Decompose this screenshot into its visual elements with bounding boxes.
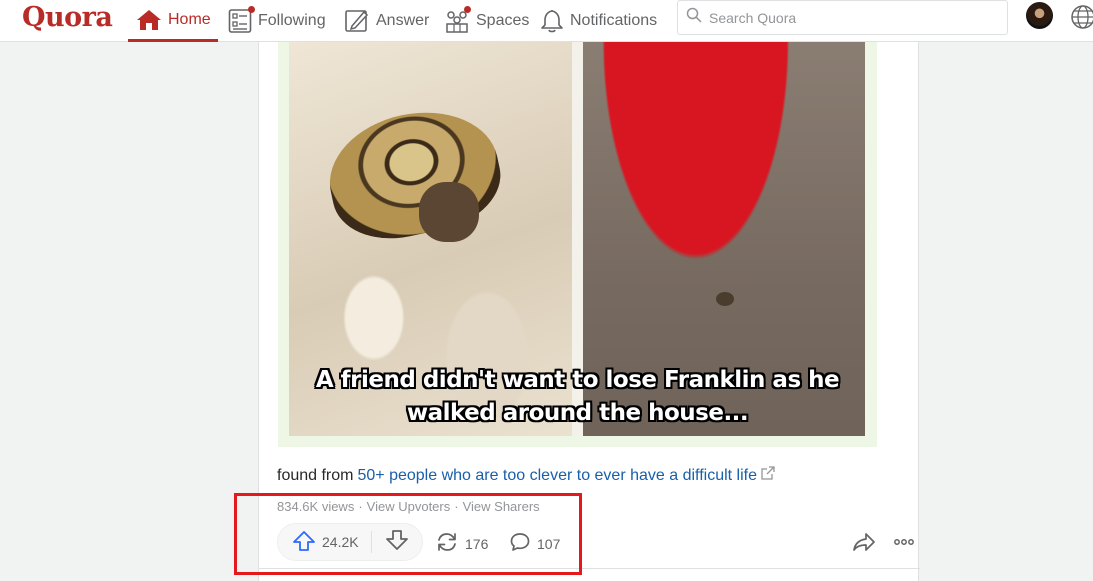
image-caption: A friend didn't want to lose Franklin as… — [278, 364, 877, 430]
spaces-icon — [444, 6, 471, 34]
turtle-shell — [318, 97, 510, 251]
nav-notifications[interactable]: Notifications — [540, 0, 657, 42]
quora-logo[interactable]: Quora — [22, 2, 113, 33]
nav-home-label: Home — [168, 10, 211, 28]
nav-following-label: Following — [258, 12, 326, 29]
answer-icon — [344, 8, 370, 34]
more-options-button[interactable] — [892, 531, 916, 558]
spaces-notification-dot — [464, 6, 471, 13]
nav-spaces-label: Spaces — [476, 12, 530, 29]
top-navigation-bar: Quora Home Following Answer Spaces Notif… — [0, 0, 1093, 42]
search-input[interactable] — [709, 9, 989, 26]
share-button[interactable] — [852, 531, 876, 558]
nav-answer-label: Answer — [376, 12, 430, 29]
more-icon — [892, 539, 916, 557]
image-caption-line2: walked around the house... — [406, 400, 749, 426]
annotation-highlight-box — [234, 493, 582, 575]
nav-notifications-label: Notifications — [570, 12, 658, 29]
home-icon — [136, 8, 162, 32]
nav-following[interactable]: Following — [228, 0, 326, 42]
turtle-head — [419, 182, 479, 242]
external-link-icon[interactable] — [761, 466, 775, 485]
source-line: found from 50+ people who are too clever… — [277, 466, 775, 485]
found-from-prefix: found from — [277, 466, 354, 484]
distant-turtle — [716, 292, 734, 306]
following-notification-dot — [248, 6, 255, 13]
avatar[interactable] — [1026, 2, 1053, 29]
globe-icon[interactable] — [1070, 4, 1093, 35]
nav-home[interactable]: Home — [128, 0, 218, 42]
image-caption-line1: A friend didn't want to lose Franklin as… — [315, 367, 840, 393]
nav-spaces[interactable]: Spaces — [444, 0, 529, 42]
share-icon — [852, 533, 876, 557]
nav-answer[interactable]: Answer — [344, 0, 429, 42]
search-box[interactable] — [677, 0, 1008, 35]
source-link[interactable]: 50+ people who are too clever to ever ha… — [357, 467, 757, 485]
search-icon — [686, 7, 702, 28]
bell-icon — [540, 8, 564, 34]
following-icon — [228, 6, 255, 34]
